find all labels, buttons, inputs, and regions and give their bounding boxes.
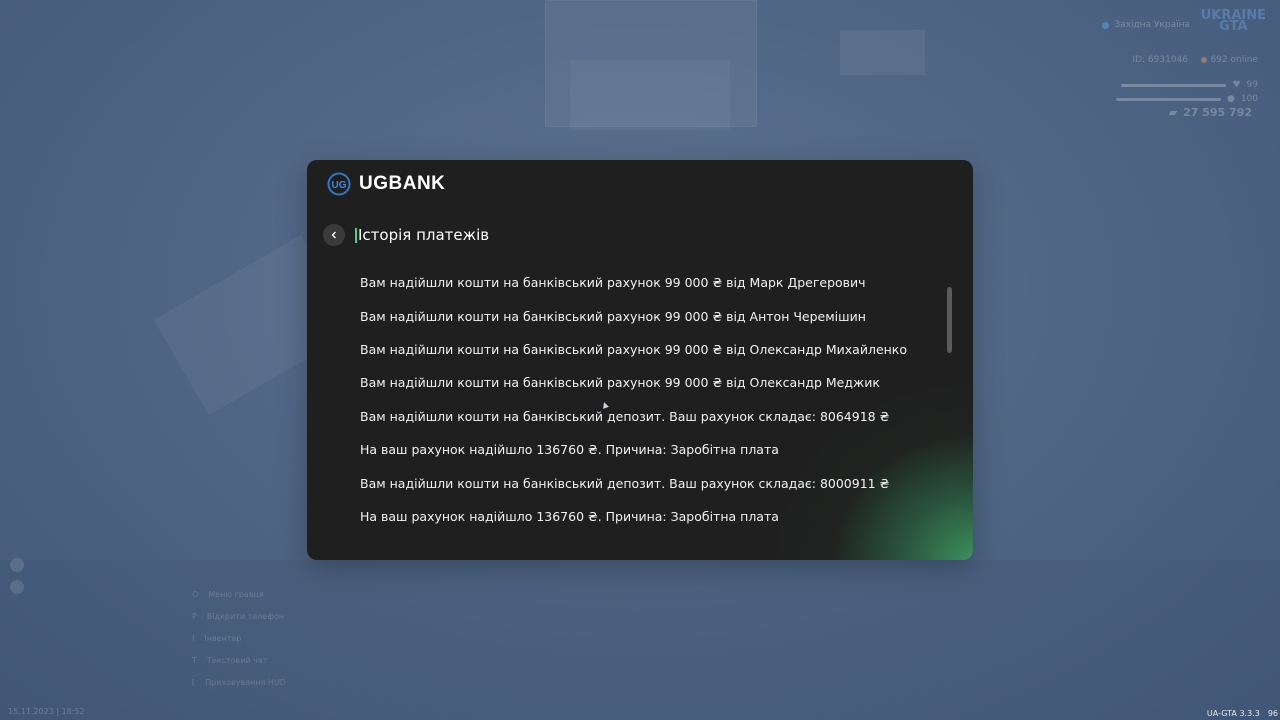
hud-status-icons: [10, 558, 24, 602]
health-bar-fill: [1121, 83, 1227, 87]
bank-modal: UG UGBANK Історія платежів Вам надійшли …: [307, 160, 973, 560]
heart-icon: ♥: [1232, 80, 1241, 90]
hud-server: Західна Україна: [1102, 20, 1190, 30]
hint-item: P Відкрити телефон: [192, 612, 285, 621]
hint-item: I Інвентар: [192, 634, 242, 643]
transaction-item: Вам надійшли кошти на банківський рахуно…: [360, 375, 880, 391]
page-header: Історія платежів: [323, 224, 489, 246]
scrollbar-thumb[interactable]: [947, 287, 952, 353]
shield-icon: ●: [1226, 94, 1235, 104]
online-count: 692 online: [1200, 55, 1258, 65]
status-icon: [10, 558, 24, 572]
game-logo: UKRAINE GTA: [1200, 8, 1266, 34]
transaction-item: На ваш рахунок надійшло 136760 ₴. Причин…: [360, 508, 779, 524]
back-button[interactable]: [323, 224, 345, 246]
hint-item: O Меню гравця: [192, 590, 264, 599]
hint-item: T Текстовий чат: [192, 656, 268, 665]
health-bar: ♥ 99: [1121, 80, 1258, 90]
player-id: ID: 6931046: [1132, 55, 1188, 65]
transaction-item: Вам надійшли кошти на банківський рахуно…: [360, 341, 908, 357]
armor-bar: ● 100: [1115, 94, 1258, 104]
server-status-icon: [1102, 21, 1110, 29]
money-display: ▰ 27 595 792: [1168, 106, 1252, 119]
background-wall-panel: [840, 30, 925, 75]
title-accent: [355, 227, 357, 243]
bank-name: UGBANK: [359, 173, 446, 194]
background-ceiling-light: [570, 60, 730, 130]
fps-counter: 96: [1267, 709, 1278, 718]
svg-text:UG: UG: [332, 180, 347, 191]
transaction-item: На ваш рахунок надійшло 136760 ₴. Причин…: [360, 442, 779, 458]
version-label: UA-GTA 3.3.3: [1206, 709, 1260, 718]
bank-brand: UG UGBANK: [327, 172, 445, 196]
chevron-left-icon: [331, 231, 336, 239]
datetime: 15.11.2023 | 18:52: [8, 707, 85, 716]
page-title: Історія платежів: [355, 226, 489, 244]
status-icon: [10, 580, 24, 594]
transaction-item: Вам надійшли кошти на банківський депози…: [360, 475, 890, 491]
armor-bar-fill: [1115, 97, 1221, 101]
server-name: Західна Україна: [1114, 20, 1190, 30]
hint-item: [Приховування HUD: [192, 678, 286, 687]
transaction-item: Вам надійшли кошти на банківський депози…: [360, 408, 890, 424]
transaction-item: Вам надійшли кошти на банківський рахуно…: [360, 308, 866, 324]
ugbank-logo-icon: UG: [327, 172, 351, 196]
keybind-hints: O Меню гравця P Відкрити телефон I Інвентар…: [192, 590, 286, 700]
transaction-item: Вам надійшли кошти на банківський рахуно…: [360, 275, 866, 291]
online-icon: [1200, 57, 1207, 63]
money-icon: ▰: [1168, 106, 1178, 119]
transaction-list[interactable]: Вам надійшли кошти на банківський рахуно…: [360, 266, 920, 533]
version-info: UA-GTA 3.3.3 96: [1205, 707, 1280, 720]
